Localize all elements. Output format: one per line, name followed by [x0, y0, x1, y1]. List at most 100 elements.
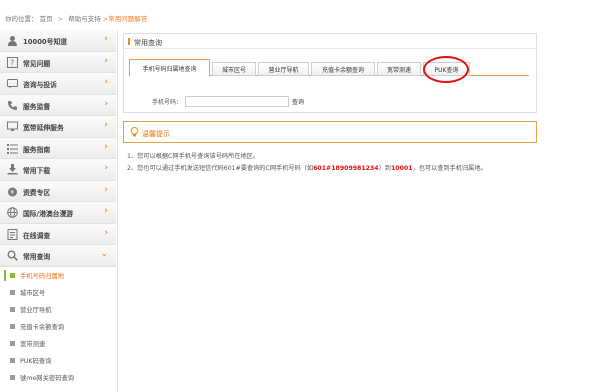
sidebar-item-service-guide[interactable]: 服务指南 ›	[0, 137, 116, 159]
subitem-label: PUK码查询	[20, 358, 52, 365]
title-marker	[128, 38, 130, 45]
subitem-label: 號me网关密码查询	[20, 375, 75, 382]
tip-text: ）到	[378, 164, 391, 172]
subitem-label: 城市区号	[20, 290, 46, 297]
tab-puk-query[interactable]: PUK查询	[423, 62, 470, 76]
tips-header: 温馨提示	[123, 121, 537, 143]
sidebar-item-10000-knows[interactable]: 10000号知道 ›	[0, 30, 116, 52]
phone-icon	[6, 99, 19, 112]
sidebar-item-label: 服务监督	[23, 102, 51, 111]
download-icon	[6, 163, 19, 176]
sidebar-item-label: 服务指南	[23, 145, 51, 154]
sidebar-item-label: 资费专区	[23, 188, 51, 197]
chevron-right-icon: ›	[104, 34, 108, 44]
phone-input[interactable]	[185, 96, 290, 107]
sidebar-item-faq[interactable]: ? 常见问题 ›	[0, 51, 116, 73]
breadcrumb-separator: >	[57, 15, 64, 23]
chevron-right-icon: ›	[104, 227, 108, 238]
tip-text: ，也可以查到手机归属地。	[412, 164, 487, 172]
tip-text: 2、您也可以通过手机发送短信代码601#要查询的C网手机号码（如	[127, 164, 314, 172]
phone-query-row: 手机号码： 查询	[152, 96, 304, 107]
chevron-right-icon: ›	[104, 163, 108, 173]
breadcrumb: 你的位置： 首页 > 帮助与支持 >常用问题解答	[5, 13, 147, 23]
sidebar-item-downloads[interactable]: 常用下载 ›	[0, 159, 116, 181]
subitem-label: 宽带测速	[20, 341, 46, 348]
query-tabs: 手机号码归属地查询 城市区号 营业厅导航 充值卡余额查询 宽带测速 PUK查询	[129, 59, 529, 77]
query-button[interactable]: 查询	[292, 97, 304, 106]
subitem-card-balance[interactable]: 充值卡余额查询	[0, 318, 116, 335]
sidebar-item-label: 国际/港澳台漫游	[23, 210, 74, 218]
subitem-phone-location[interactable]: 手机号码归属地	[0, 267, 116, 284]
chevron-down-icon: ⌄	[100, 249, 108, 259]
chevron-right-icon: ›	[104, 55, 108, 66]
tab-city-code[interactable]: 城市区号	[212, 62, 256, 76]
svg-text:¥: ¥	[10, 189, 14, 196]
subitem-speed-test[interactable]: 宽带测速	[0, 335, 116, 352]
globe-icon	[6, 206, 19, 219]
user-icon	[6, 34, 19, 47]
tab-speed-test[interactable]: 宽带测速	[377, 62, 421, 76]
bullet-square-icon	[10, 340, 15, 346]
tip-line-2: 2、您也可以通过手机发送短信代码601#要查询的C网手机号码（如601#1890…	[127, 163, 487, 175]
panel-header: 常用查询	[124, 34, 536, 49]
tips-list: 1、您可以根据C网手机号查询该号码所在地区。 2、您也可以通过手机发送短信代码6…	[127, 151, 487, 174]
sidebar-item-consult[interactable]: 咨询与投诉 ›	[0, 73, 116, 95]
tip-highlight-number: 10001	[390, 164, 413, 172]
money-icon: ¥	[6, 185, 19, 198]
chevron-right-icon: ›	[104, 120, 108, 130]
question-icon: ?	[6, 56, 19, 69]
monitor-icon	[6, 120, 19, 133]
chevron-right-icon: ›	[104, 141, 108, 152]
bullet-square-icon	[10, 357, 15, 363]
bullet-square-icon	[10, 289, 15, 295]
sidebar-item-broadband[interactable]: 宽带延伸服务 ›	[0, 116, 116, 138]
tip-highlight-sms: 601#18909981234	[313, 164, 379, 172]
phone-label: 手机号码：	[152, 99, 183, 106]
sidebar-item-label: 在线调查	[23, 231, 51, 240]
subitem-label: 手机号码归属地	[20, 273, 65, 280]
sidebar-item-supervision[interactable]: 服务监督 ›	[0, 94, 116, 116]
sidebar-item-label: 宽带延伸服务	[23, 124, 64, 132]
breadcrumb-prefix: 你的位置：	[5, 15, 38, 23]
chat-icon	[6, 77, 19, 90]
tips-title: 温馨提示	[142, 130, 170, 138]
subitem-puk-query[interactable]: PUK码查询	[0, 352, 116, 369]
sidebar: 10000号知道 › ? 常见问题 › 咨询与投诉 › 服务监督 › 宽带延伸服…	[0, 30, 116, 386]
bullet-square-icon	[10, 374, 15, 380]
bullet-square-icon	[10, 272, 15, 278]
lightbulb-icon	[130, 126, 139, 140]
subitem-label: 充值卡余额查询	[20, 324, 65, 331]
breadcrumb-home-link[interactable]: 首页	[40, 15, 53, 23]
subitem-gateway-password[interactable]: 號me网关密码查询	[0, 369, 116, 386]
breadcrumb-current: >常用问题解答	[102, 15, 148, 23]
tab-phone-location[interactable]: 手机号码归属地查询	[129, 59, 210, 77]
subitem-store-nav[interactable]: 营业厅导航	[0, 301, 116, 318]
panel-title: 常用查询	[134, 38, 162, 47]
sidebar-item-label: 10000号知道	[23, 38, 68, 46]
survey-icon	[6, 228, 19, 241]
chevron-right-icon: ›	[104, 77, 108, 87]
sidebar-item-tariff[interactable]: ¥ 资费专区 ›	[0, 180, 116, 202]
query-panel: 常用查询 手机号码归属地查询 城市区号 营业厅导航 充值卡余额查询 宽带测速 P…	[123, 33, 537, 113]
sidebar-item-roaming[interactable]: 国际/港澳台漫游 ›	[0, 202, 116, 224]
sidebar-item-label: 常见问题	[23, 59, 51, 68]
sidebar-item-survey[interactable]: 在线调查 ›	[0, 223, 116, 245]
breadcrumb-section-link[interactable]: 帮助与支持	[68, 15, 101, 23]
svg-text:?: ?	[10, 58, 14, 67]
tab-store-nav[interactable]: 营业厅导航	[258, 62, 309, 76]
chevron-right-icon: ›	[104, 184, 108, 195]
sidebar-item-label: 常用查询	[23, 253, 51, 261]
sidebar-item-common-query[interactable]: 常用查询 ⌄	[0, 245, 116, 267]
sidebar-item-label: 咨询与投诉	[23, 81, 57, 89]
tip-line-1: 1、您可以根据C网手机号查询该号码所在地区。	[127, 153, 260, 160]
bullet-square-icon	[10, 306, 15, 312]
bullet-square-icon	[10, 323, 15, 329]
sidebar-item-label: 常用下载	[23, 167, 51, 175]
sidebar-divider	[117, 30, 118, 392]
active-indicator	[4, 269, 6, 281]
tab-card-balance[interactable]: 充值卡余额查询	[311, 62, 375, 76]
list-icon	[6, 142, 19, 155]
search-icon	[6, 249, 19, 262]
subitem-city-code[interactable]: 城市区号	[0, 284, 116, 301]
chevron-right-icon: ›	[104, 206, 108, 216]
